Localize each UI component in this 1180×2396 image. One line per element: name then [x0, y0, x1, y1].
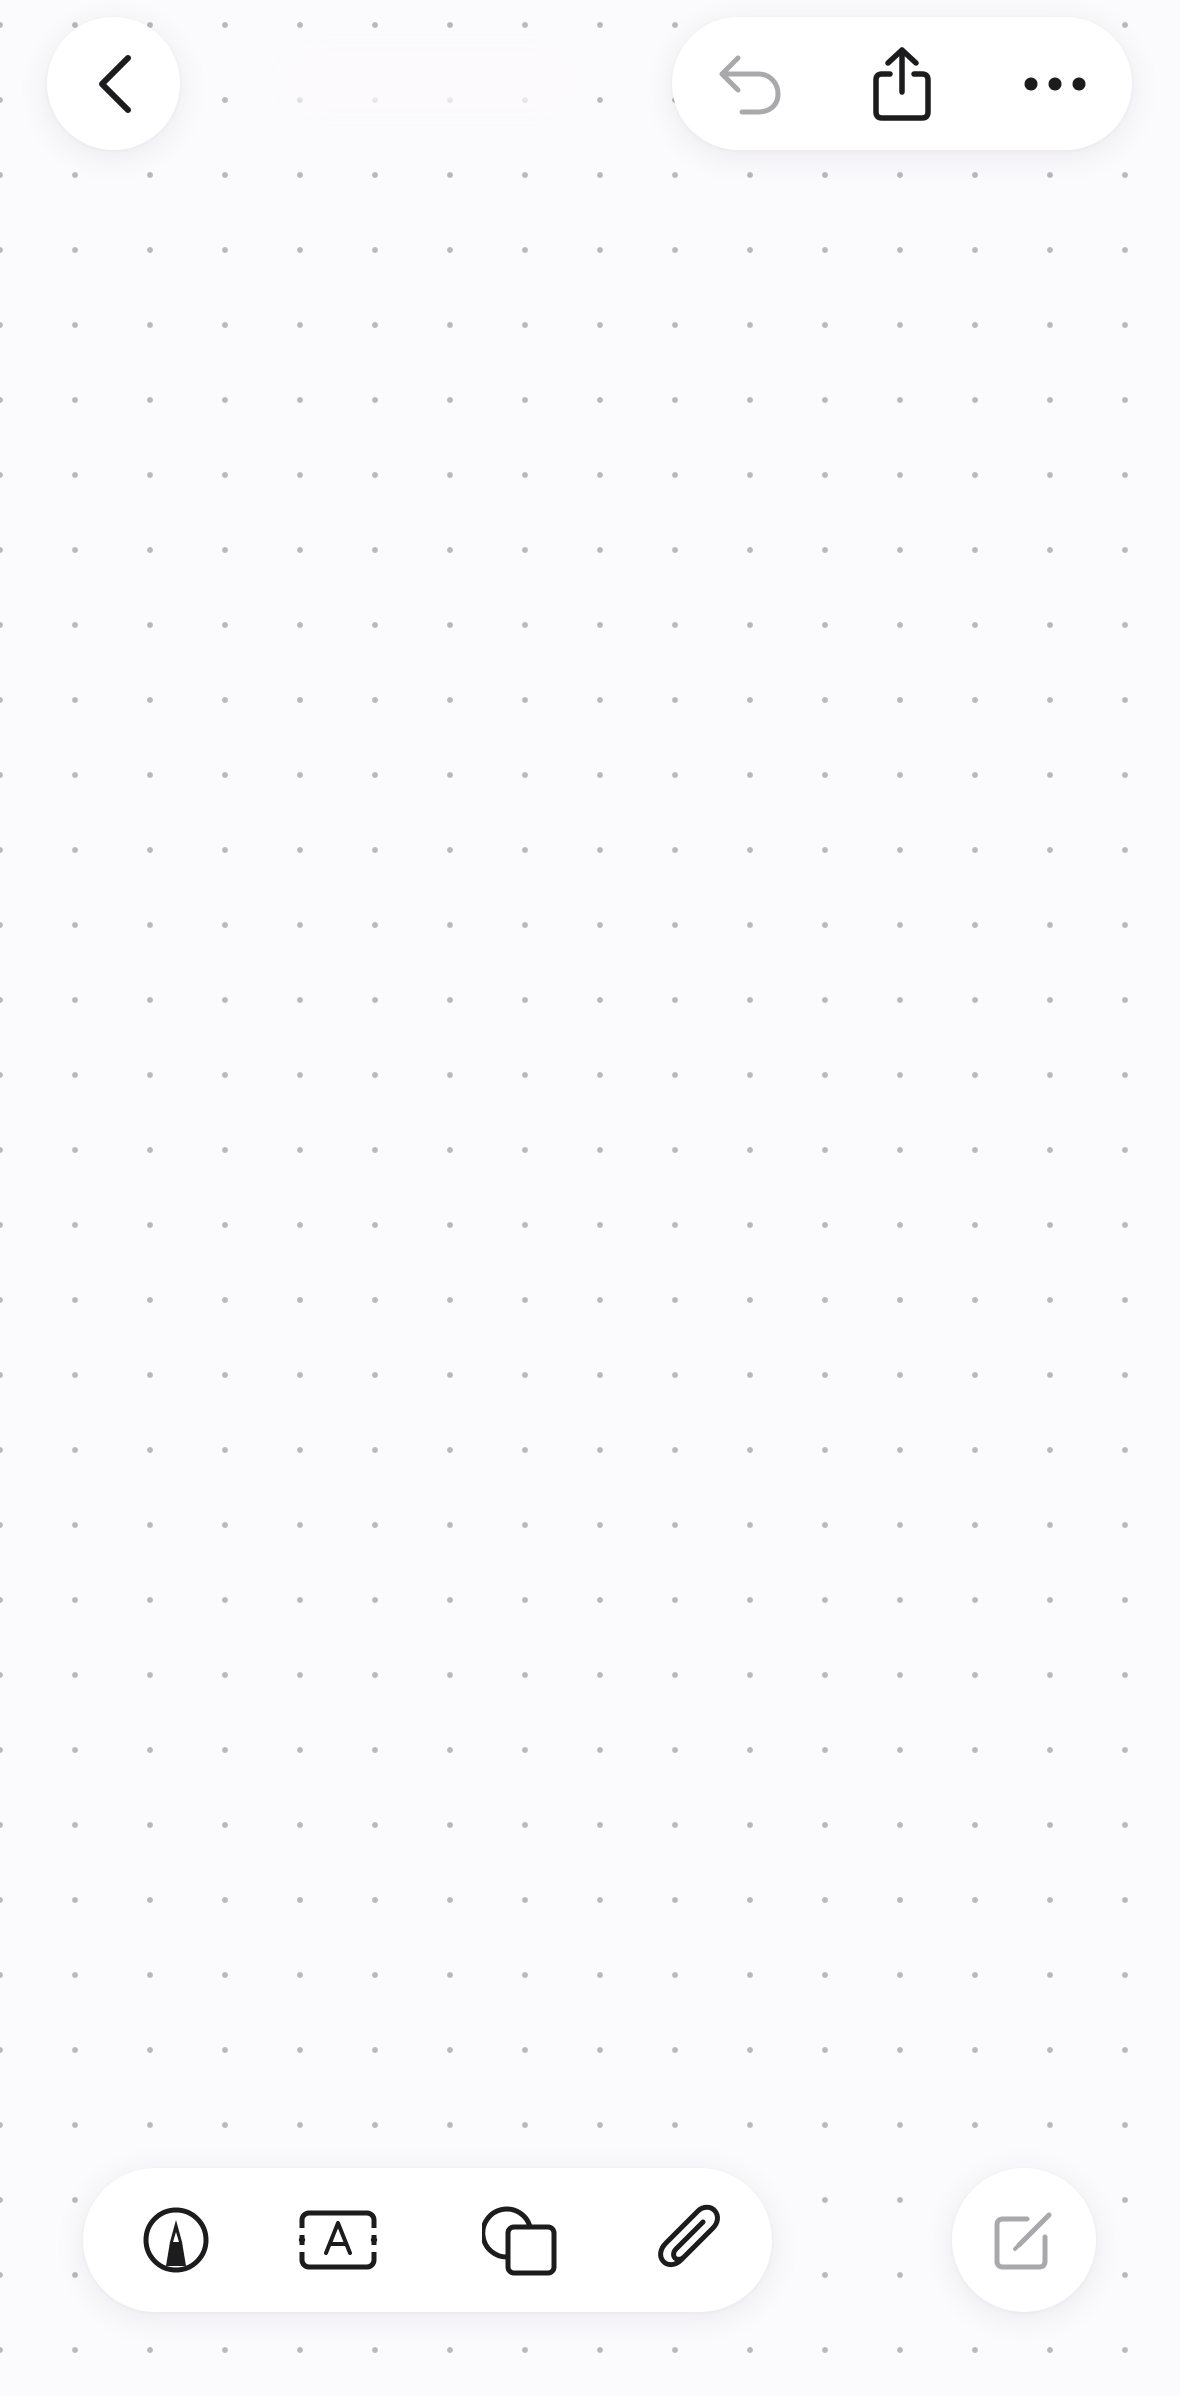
- bottom-toolbar: [83, 2168, 772, 2312]
- new-note-button[interactable]: [952, 2168, 1096, 2312]
- text-tool-button[interactable]: [273, 2168, 403, 2312]
- share-button[interactable]: [834, 17, 969, 150]
- ellipsis-icon: [1023, 76, 1087, 92]
- pen-tool-icon: [142, 2206, 210, 2274]
- undo-button[interactable]: [682, 17, 817, 150]
- shapes-tool-button[interactable]: [455, 2168, 585, 2312]
- top-toolbar: [672, 17, 1132, 150]
- note-title[interactable]: [280, 50, 580, 110]
- text-box-icon: [298, 2209, 378, 2271]
- attach-button[interactable]: [627, 2168, 757, 2312]
- back-button[interactable]: [47, 17, 180, 150]
- pen-tool-button[interactable]: [111, 2168, 241, 2312]
- chevron-left-icon: [92, 52, 136, 116]
- compose-icon: [993, 2209, 1055, 2271]
- paperclip-icon: [657, 2204, 727, 2276]
- undo-arrow-icon: [716, 52, 784, 116]
- share-icon: [870, 46, 934, 122]
- more-options-button[interactable]: [987, 17, 1122, 150]
- shapes-icon: [482, 2203, 558, 2277]
- dot-grid-canvas[interactable]: [0, 0, 1180, 2396]
